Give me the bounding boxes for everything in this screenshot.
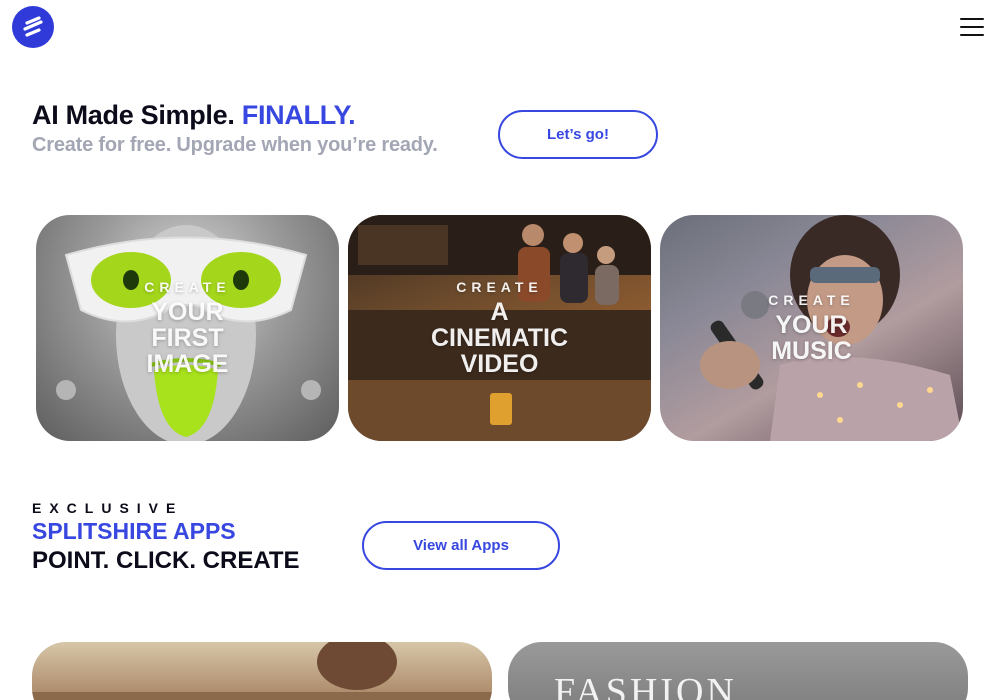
hero-title-accent: FINALLY. (241, 100, 356, 130)
card-headline-line: A (490, 298, 509, 326)
card-headline-line: YOUR (775, 311, 848, 339)
apps-title: SPLITSHIRE APPS (32, 518, 236, 544)
card-kicker: CREATE (768, 292, 855, 308)
apps-kicker: EXCLUSIVE (32, 500, 184, 516)
menu-bar (960, 26, 984, 28)
fashion-card-text: FASHION (554, 671, 737, 700)
menu-bar (960, 18, 984, 20)
card-kicker: CREATE (144, 279, 231, 295)
hero-subtitle: Create for free. Upgrade when you’re rea… (32, 134, 438, 156)
card-kicker: CREATE (456, 279, 543, 295)
hero-title: AI Made Simple. FINALLY. (32, 100, 356, 131)
card-caption: CREATE YOUR MUSIC (660, 215, 963, 441)
card-headline-line: YOUR (151, 298, 224, 326)
lets-go-button[interactable]: Let’s go! (498, 110, 658, 159)
card-headline-line: VIDEO (460, 350, 539, 378)
apps-tagline: POINT. CLICK. CREATE (32, 547, 300, 574)
card-caption: CREATE YOUR FIRST IMAGE (36, 215, 339, 441)
card-headline-line: MUSIC (771, 337, 852, 365)
card-headline-line: FIRST (151, 324, 224, 352)
menu-bar (960, 34, 984, 36)
create-music-card[interactable]: CREATE YOUR MUSIC (660, 215, 963, 441)
card-headline-line: CINEMATIC (430, 324, 569, 352)
view-all-apps-button[interactable]: View all Apps (362, 521, 560, 570)
create-video-card[interactable]: CREATE A CINEMATIC VIDEO (348, 215, 651, 441)
card-headline-line: IMAGE (146, 350, 229, 378)
hamburger-menu-icon[interactable] (956, 13, 988, 41)
hero-title-main: AI Made Simple. (32, 100, 235, 130)
create-image-card[interactable]: CREATE YOUR FIRST IMAGE (36, 215, 339, 441)
app-card[interactable] (32, 642, 492, 700)
app-card-image (32, 642, 492, 700)
fashion-app-card[interactable]: FASHION (508, 642, 968, 700)
splitshire-logo-icon[interactable] (12, 6, 54, 48)
card-caption: CREATE A CINEMATIC VIDEO (348, 215, 651, 441)
